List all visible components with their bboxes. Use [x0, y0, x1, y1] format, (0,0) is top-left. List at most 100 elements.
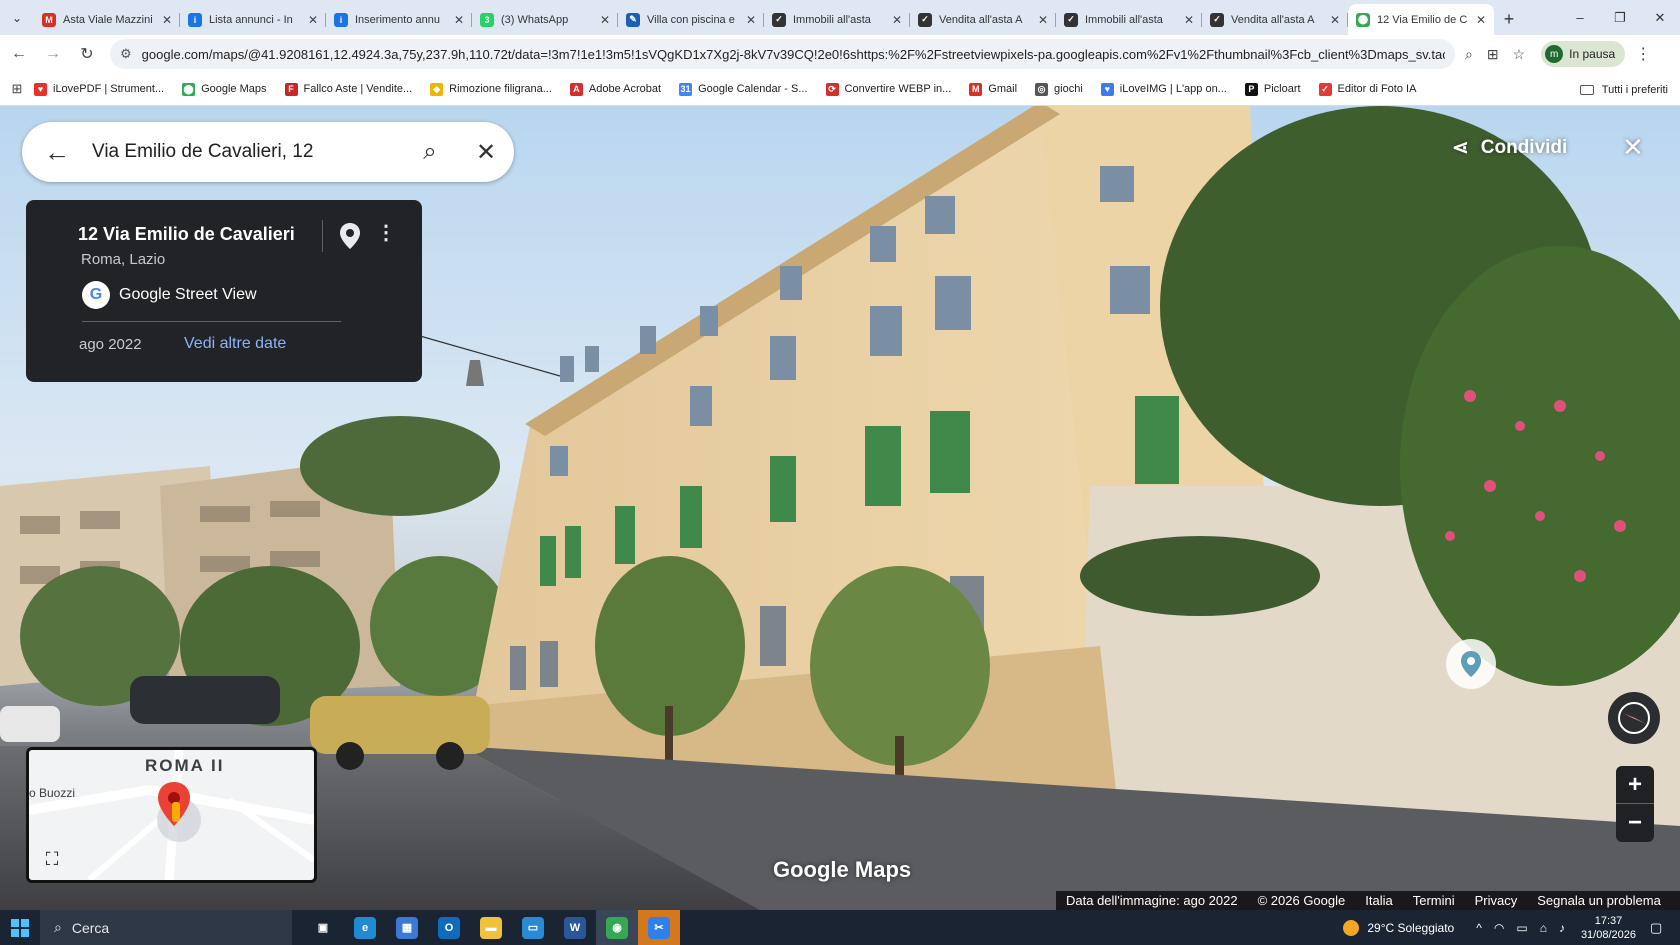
bookmark-item[interactable]: ◆ Rimozione filigrana... — [430, 82, 552, 96]
mini-map[interactable]: ROMA II o Buozzi ⛶ — [26, 747, 317, 883]
close-tab-icon[interactable]: ✕ — [1038, 13, 1048, 27]
tab[interactable]: ✓ Vendita all'asta A ✕ — [910, 4, 1056, 35]
tab[interactable]: M Asta Viale Mazzini ✕ — [34, 4, 180, 35]
bookmark-item[interactable]: ✓ Editor di Foto IA — [1318, 82, 1416, 96]
url-text[interactable]: google.com/maps/@41.9208161,12.4924.3a,7… — [142, 47, 1445, 62]
install-icon[interactable]: ⊞ — [1487, 46, 1499, 63]
bookmark-label: Google Maps — [201, 83, 267, 95]
close-tab-icon[interactable]: ✕ — [308, 13, 318, 27]
new-tab-button[interactable]: + — [1494, 4, 1524, 35]
store-taskbar-button[interactable]: ▦ — [386, 910, 428, 945]
bookmark-item[interactable]: P Picloart — [1244, 82, 1301, 96]
bookmark-item[interactable]: 31 Google Calendar - S... — [679, 82, 808, 96]
close-tab-icon[interactable]: ✕ — [454, 13, 464, 27]
close-tab-icon[interactable]: ✕ — [1330, 13, 1340, 27]
taskbar-search[interactable]: ⌕ Cerca — [40, 910, 292, 945]
zoom-icon[interactable]: ⌕ — [1465, 46, 1473, 63]
zoom-in-button[interactable]: + — [1616, 766, 1654, 804]
see-more-dates-link[interactable]: Vedi altre date — [184, 335, 286, 353]
apps-grid-icon[interactable]: ⊞ — [0, 81, 34, 97]
bookmark-favicon-icon: 31 — [679, 82, 693, 96]
report-problem-link[interactable]: Segnala un problema — [1537, 893, 1661, 908]
search-input[interactable]: Via Emilio de Cavalieri, 12 — [92, 141, 402, 163]
privacy-link[interactable]: Privacy — [1475, 893, 1518, 908]
close-window-button[interactable]: ✕ — [1640, 0, 1680, 35]
close-tab-icon[interactable]: ✕ — [1476, 13, 1486, 27]
zoom-out-button[interactable]: − — [1616, 804, 1654, 842]
snipping-icon: ✂ — [648, 916, 670, 939]
bookmark-item[interactable]: ♥ iLovePDF | Strument... — [34, 82, 165, 96]
more-options-icon[interactable]: ⋮ — [376, 220, 396, 245]
close-icon[interactable]: ✕ — [458, 138, 514, 167]
bookmark-item[interactable]: ⬤ Google Maps — [182, 82, 267, 96]
chevron-up-icon[interactable]: ^ — [1476, 921, 1482, 935]
notifications-icon[interactable]: ▢ — [1650, 920, 1672, 936]
weather-widget[interactable]: 29°C Soleggiato — [1343, 919, 1454, 936]
edge-taskbar-button[interactable]: e — [344, 910, 386, 945]
bookmark-favicon-icon: ♥ — [1100, 82, 1114, 96]
close-tab-icon[interactable]: ✕ — [746, 13, 756, 27]
chrome-taskbar-button[interactable]: ◉ — [596, 910, 638, 945]
bookmark-label: iLovePDF | Strument... — [53, 83, 165, 95]
minimize-button[interactable]: – — [1560, 0, 1600, 35]
profile-button[interactable]: m In pausa — [1541, 41, 1626, 67]
start-button[interactable] — [0, 910, 40, 945]
reload-icon[interactable]: ↻ — [72, 39, 102, 69]
site-info-icon[interactable]: ⚙ — [120, 46, 132, 62]
place-title[interactable]: 12 Via Emilio de Cavalieri — [78, 224, 295, 245]
terms-link[interactable]: Termini — [1413, 893, 1455, 908]
all-bookmarks-button[interactable]: Tutti i preferiti — [1579, 73, 1668, 106]
outlook-taskbar-button[interactable]: O — [428, 910, 470, 945]
bookmark-item[interactable]: ◎ giochi — [1035, 82, 1083, 96]
map-footer: Data dell'immagine: ago 2022 © 2026 Goog… — [1056, 891, 1680, 910]
close-tab-icon[interactable]: ✕ — [162, 13, 172, 27]
network-icon[interactable]: ⌂ — [1540, 921, 1547, 935]
bookmark-item[interactable]: ♥ iLoveIMG | L'app on... — [1100, 82, 1227, 96]
bookmark-item[interactable]: A Adobe Acrobat — [569, 82, 661, 96]
restore-button[interactable]: ❐ — [1600, 0, 1640, 35]
check-icon: ✓ — [1210, 12, 1224, 27]
bookmark-star-icon[interactable]: ☆ — [1513, 46, 1526, 63]
tab-search-icon[interactable]: ⌄ — [0, 0, 34, 35]
close-street-view-icon[interactable]: ✕ — [1622, 132, 1644, 163]
share-button[interactable]: ⋖ Condividi — [1452, 135, 1567, 160]
photo-location-button[interactable] — [1446, 639, 1496, 689]
bookmark-item[interactable]: ⟳ Convertire WEBP in... — [825, 82, 951, 96]
compass-button[interactable] — [1608, 692, 1660, 744]
tab[interactable]: i Inserimento annu ✕ — [326, 4, 472, 35]
explorer-taskbar-button[interactable]: ▬ — [470, 910, 512, 945]
expand-icon[interactable]: ⛶ — [39, 846, 65, 872]
close-tab-icon[interactable]: ✕ — [1184, 13, 1194, 27]
word-taskbar-button[interactable]: W — [554, 910, 596, 945]
photos-icon: ▭ — [522, 916, 544, 939]
back-arrow-icon[interactable]: ← — [4, 39, 34, 69]
clock[interactable]: 17:37 31/08/2026 — [1581, 914, 1636, 942]
address-bar[interactable]: ⚙ google.com/maps/@41.9208161,12.4924.3a… — [110, 39, 1455, 69]
snipping-taskbar-button[interactable]: ✂ — [638, 910, 680, 945]
browser-menu-icon[interactable]: ⋮ — [1635, 44, 1651, 64]
volume-icon[interactable]: ♪ — [1559, 921, 1565, 935]
close-tab-icon[interactable]: ✕ — [600, 13, 610, 27]
forward-arrow-icon[interactable]: → — [38, 39, 68, 69]
bookmark-item[interactable]: F Fallco Aste | Vendite... — [284, 82, 412, 96]
country-link[interactable]: Italia — [1365, 893, 1392, 908]
tab[interactable]: 3 (3) WhatsApp ✕ — [472, 4, 618, 35]
search-box[interactable]: ← Via Emilio de Cavalieri, 12 ⌕ ✕ — [22, 122, 514, 182]
tab[interactable]: ✓ Immobili all'asta ✕ — [1056, 4, 1202, 35]
bookmark-item[interactable]: M Gmail — [969, 82, 1017, 96]
close-tab-icon[interactable]: ✕ — [892, 13, 902, 27]
display-icon[interactable]: ▭ — [1516, 921, 1527, 935]
map-pin-icon[interactable] — [339, 222, 361, 250]
tab[interactable]: i Lista annunci - In ✕ — [180, 4, 326, 35]
tab[interactable]: ✎ Villa con piscina e ✕ — [618, 4, 764, 35]
window-controls: – ❐ ✕ — [1560, 0, 1680, 35]
search-icon[interactable]: ⌕ — [402, 138, 458, 166]
photos-taskbar-button[interactable]: ▭ — [512, 910, 554, 945]
tab[interactable]: ⬤ 12 Via Emilio de C ✕ — [1348, 4, 1494, 35]
tab-title: Vendita all'asta A — [1231, 13, 1315, 26]
tab[interactable]: ✓ Immobili all'asta ✕ — [764, 4, 910, 35]
task-view-taskbar-button[interactable]: ▣ — [302, 910, 344, 945]
back-arrow-icon[interactable]: ← — [22, 137, 92, 168]
tab[interactable]: ✓ Vendita all'asta A ✕ — [1202, 4, 1348, 35]
wifi-icon[interactable]: ◠ — [1494, 921, 1504, 935]
